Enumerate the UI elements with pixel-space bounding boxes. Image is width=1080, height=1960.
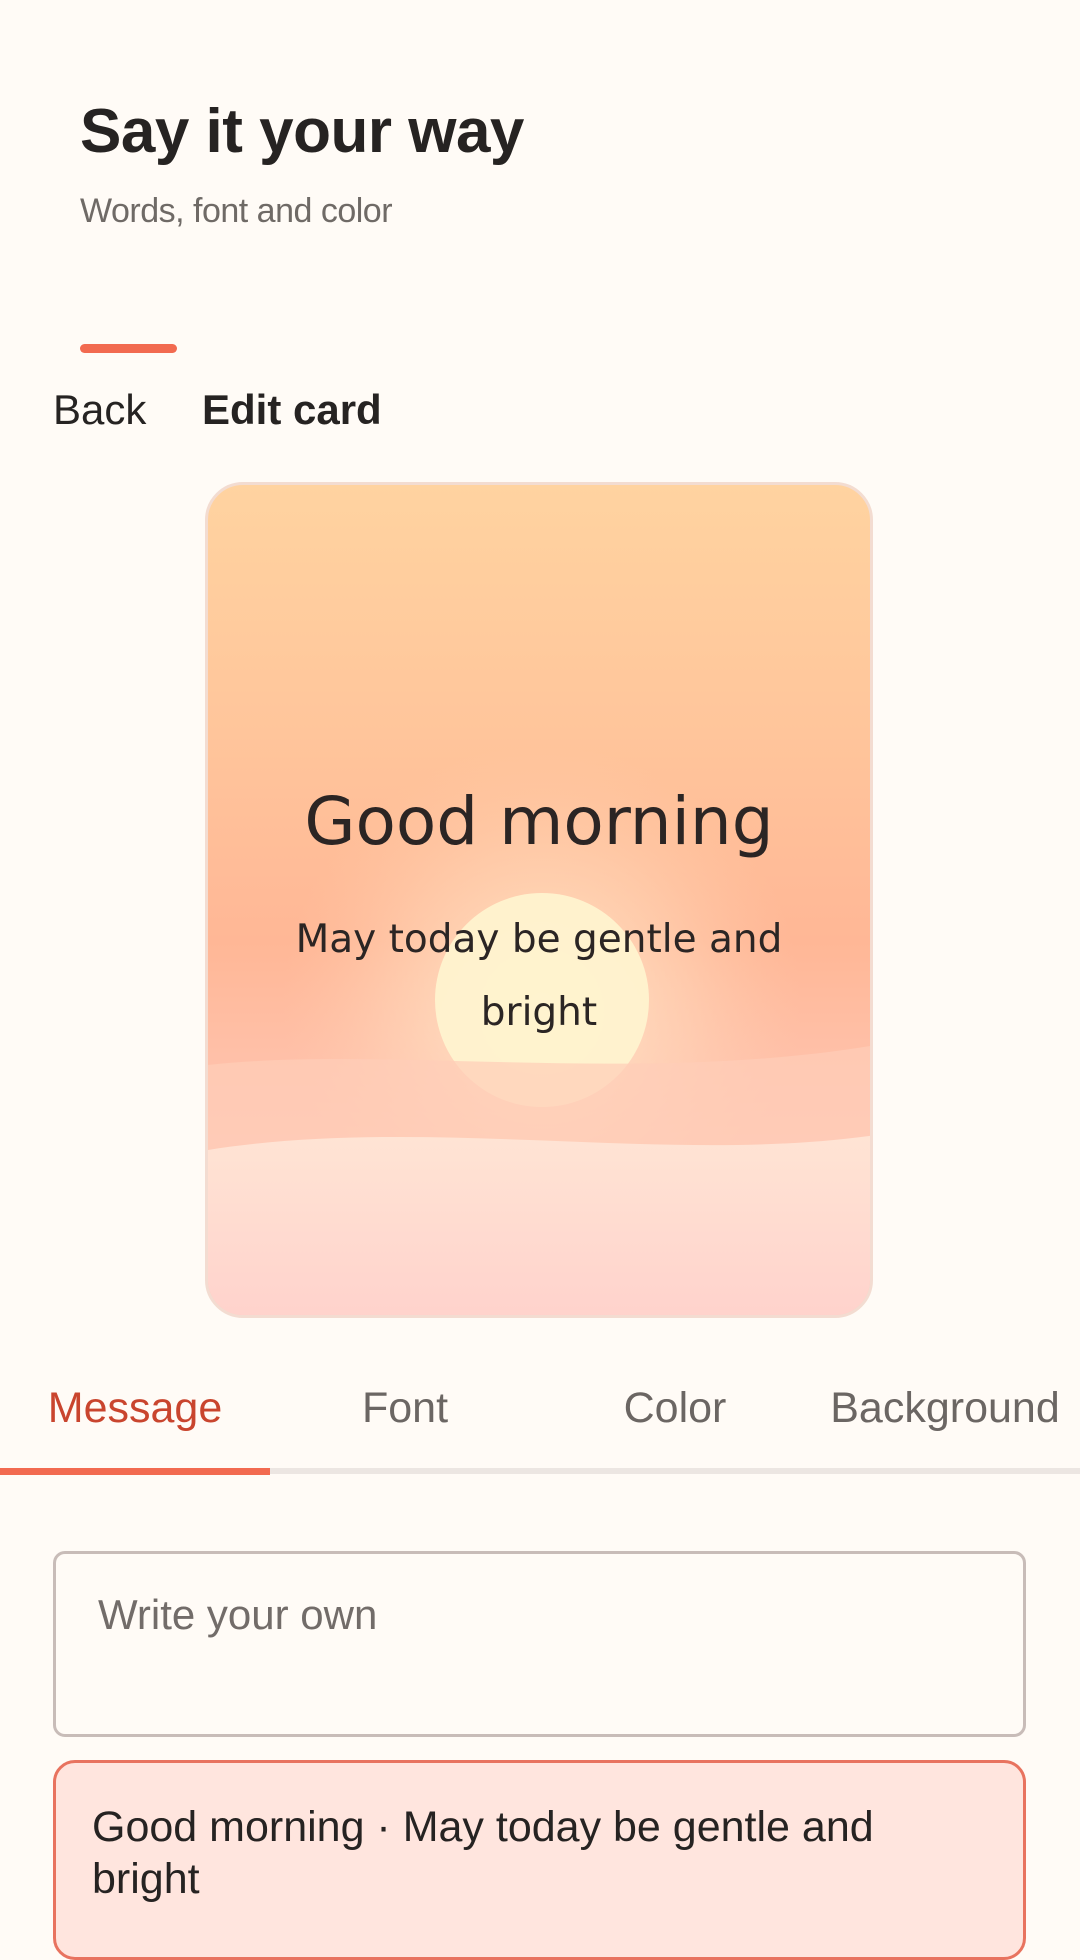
tab-font[interactable]: Font xyxy=(270,1384,540,1433)
screen-title: Edit card xyxy=(202,386,382,433)
editor-tabs: Message Font Color Background xyxy=(0,1362,1080,1475)
card-body-text: May today be gentle and bright xyxy=(295,917,783,1035)
card-preview[interactable]: Good morning May today be gentle and bri… xyxy=(205,482,873,1318)
sunrise-background xyxy=(208,745,870,1315)
message-input[interactable] xyxy=(96,1584,980,1646)
page-subtitle: Words, font and color xyxy=(80,192,393,230)
tab-background[interactable]: Background xyxy=(810,1384,1080,1433)
suggestion-text: Good morning · May today be gentle and b… xyxy=(92,1803,874,1903)
tab-indicator xyxy=(0,1468,270,1475)
nav-bar: Back Edit card xyxy=(0,372,1080,442)
message-suggestion[interactable]: Good morning · May today be gentle and b… xyxy=(53,1760,1026,1960)
tab-message[interactable]: Message xyxy=(0,1384,270,1433)
accent-bar xyxy=(80,344,177,353)
back-button[interactable]: Back xyxy=(53,386,146,434)
message-input-box[interactable] xyxy=(53,1551,1026,1737)
page-title: Say it your way xyxy=(80,97,524,166)
tab-color[interactable]: Color xyxy=(540,1384,810,1433)
card-headline: Good morning xyxy=(304,783,774,860)
